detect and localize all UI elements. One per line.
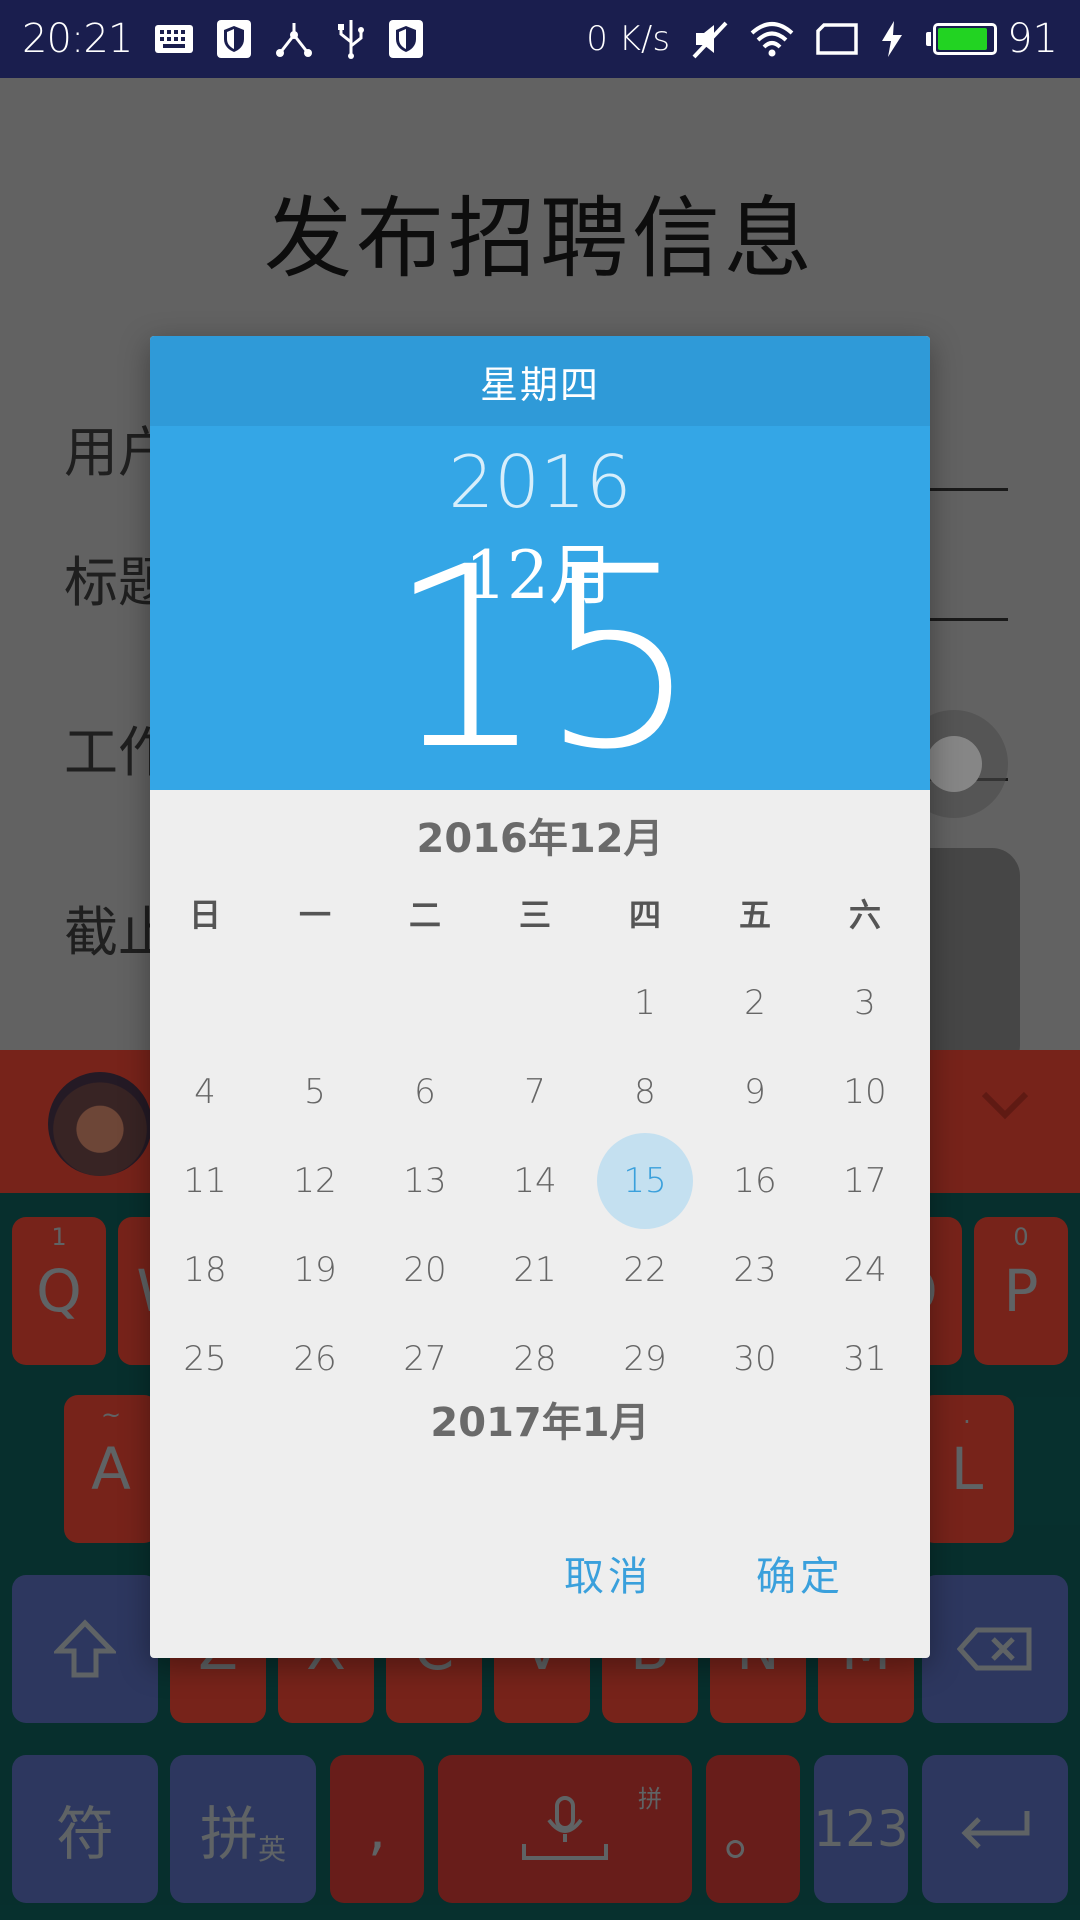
calendar-day[interactable]: 14 bbox=[480, 1136, 590, 1225]
calendar-day-label: 2 bbox=[744, 982, 766, 1023]
weekday-label: 日 bbox=[188, 896, 221, 934]
weekday-label: 四 bbox=[628, 896, 661, 934]
calendar-day-label: 25 bbox=[183, 1338, 227, 1379]
calendar-day-label: 4 bbox=[194, 1071, 216, 1112]
calendar-day[interactable]: 9 bbox=[700, 1047, 810, 1136]
calendar-day-label: 9 bbox=[744, 1071, 766, 1112]
charging-icon bbox=[880, 19, 904, 59]
calendar-day[interactable]: 13 bbox=[370, 1136, 480, 1225]
calendar-day-label: 27 bbox=[403, 1338, 447, 1379]
calendar-day[interactable]: 7 bbox=[480, 1047, 590, 1136]
calendar-day[interactable]: 6 bbox=[370, 1047, 480, 1136]
calendar-day-label: 16 bbox=[733, 1160, 777, 1201]
calendar-week: 1 2 3 bbox=[150, 958, 930, 1047]
calendar-empty-cell bbox=[260, 958, 370, 1047]
calendar-day[interactable]: 18 bbox=[150, 1225, 260, 1314]
calendar-day-label: 26 bbox=[293, 1338, 337, 1379]
calendar-day-selected[interactable]: 15 bbox=[590, 1132, 700, 1229]
calendar-day[interactable]: 3 bbox=[810, 958, 920, 1047]
calendar-day-label: 17 bbox=[843, 1160, 887, 1201]
calendar-day-label: 7 bbox=[524, 1071, 546, 1112]
confirm-button[interactable]: 确定 bbox=[756, 1544, 844, 1602]
calendar: 2016年12月 日一二三四五六 1 2 3 4 5 6 7 8 9 10 11 12 13 14 15 16… bbox=[150, 790, 930, 1658]
calendar-day[interactable]: 4 bbox=[150, 1047, 260, 1136]
calendar-day[interactable]: 11 bbox=[150, 1136, 260, 1225]
calendar-day-label: 12 bbox=[293, 1160, 337, 1201]
wifi-icon bbox=[750, 19, 794, 59]
calendar-day-label: 22 bbox=[623, 1249, 667, 1290]
dialog-actions: 取消 确定 bbox=[150, 1540, 930, 1600]
weekday-label: 六 bbox=[848, 896, 881, 934]
date-header: 2016 12月 15 bbox=[150, 426, 930, 790]
calendar-day-label: 14 bbox=[513, 1160, 557, 1201]
calendar-grid: 1 2 3 4 5 6 7 8 9 10 11 12 13 14 15 16 17 18 19 20 21 22 23 24 2… bbox=[150, 958, 930, 1403]
calendar-day[interactable]: 19 bbox=[260, 1225, 370, 1314]
weekday-label: 二 bbox=[408, 896, 441, 934]
cancel-button[interactable]: 取消 bbox=[564, 1544, 652, 1602]
keyboard-icon bbox=[154, 19, 194, 59]
calendar-day[interactable]: 21 bbox=[480, 1225, 590, 1314]
screen-rotate-icon bbox=[816, 19, 858, 59]
mute-icon bbox=[692, 19, 728, 59]
calendar-day[interactable]: 23 bbox=[700, 1225, 810, 1314]
calendar-week: 11 12 13 14 15 16 17 bbox=[150, 1132, 930, 1229]
calendar-day-label: 24 bbox=[843, 1249, 887, 1290]
calendar-day[interactable]: 2 bbox=[700, 958, 810, 1047]
status-bar: 20:21 0 K/s 91 bbox=[0, 0, 1080, 78]
share-node-icon bbox=[274, 19, 314, 59]
weekday-label: 一 bbox=[298, 896, 331, 934]
calendar-day-label: 6 bbox=[414, 1071, 436, 1112]
calendar-day[interactable]: 8 bbox=[590, 1047, 700, 1136]
calendar-month-title: 2016年12月 bbox=[416, 816, 664, 862]
calendar-day-label: 5 bbox=[304, 1071, 326, 1112]
calendar-day-label: 13 bbox=[403, 1160, 447, 1201]
calendar-day-label: 28 bbox=[513, 1338, 557, 1379]
calendar-day[interactable]: 5 bbox=[260, 1047, 370, 1136]
next-month-title: 2017年1月 bbox=[430, 1400, 650, 1446]
battery-percent: 91 bbox=[1007, 16, 1058, 62]
calendar-week: 18 19 20 21 22 23 24 bbox=[150, 1225, 930, 1314]
weekday-label: 五 bbox=[738, 896, 771, 934]
calendar-empty-cell bbox=[480, 958, 590, 1047]
calendar-day-label: 10 bbox=[843, 1071, 887, 1112]
calendar-empty-cell bbox=[150, 958, 260, 1047]
calendar-day-label: 1 bbox=[634, 982, 656, 1023]
selected-day[interactable]: 15 bbox=[150, 534, 930, 784]
calendar-week: 4 5 6 7 8 9 10 bbox=[150, 1047, 930, 1136]
calendar-day-label: 3 bbox=[854, 982, 876, 1023]
weekday-header: 日一二三四五六 bbox=[150, 890, 930, 936]
weekday-label: 三 bbox=[518, 896, 551, 934]
calendar-day[interactable]: 24 bbox=[810, 1225, 920, 1314]
calendar-day[interactable]: 22 bbox=[590, 1225, 700, 1314]
calendar-day-label: 31 bbox=[843, 1338, 887, 1379]
calendar-day-label: 30 bbox=[733, 1338, 777, 1379]
calendar-day[interactable]: 17 bbox=[810, 1136, 920, 1225]
calendar-day[interactable]: 20 bbox=[370, 1225, 480, 1314]
calendar-empty-cell bbox=[370, 958, 480, 1047]
calendar-day[interactable]: 16 bbox=[700, 1136, 810, 1225]
calendar-day[interactable]: 12 bbox=[260, 1136, 370, 1225]
calendar-day-label: 18 bbox=[183, 1249, 227, 1290]
calendar-day-label: 11 bbox=[183, 1160, 227, 1201]
shield-icon bbox=[216, 19, 252, 59]
calendar-day-label: 20 bbox=[403, 1249, 447, 1290]
calendar-day-label: 29 bbox=[623, 1338, 667, 1379]
usb-icon bbox=[336, 19, 366, 59]
net-speed: 0 K/s bbox=[586, 19, 671, 59]
battery-fill bbox=[938, 28, 988, 50]
calendar-day-label: 15 bbox=[623, 1160, 667, 1201]
calendar-day-label: 21 bbox=[513, 1249, 557, 1290]
calendar-day-label: 23 bbox=[733, 1249, 777, 1290]
calendar-day-label: 19 bbox=[293, 1249, 337, 1290]
calendar-day[interactable]: 1 bbox=[590, 958, 700, 1047]
selected-year[interactable]: 2016 bbox=[150, 440, 930, 524]
battery-icon bbox=[926, 23, 998, 55]
shield-icon bbox=[388, 19, 424, 59]
selected-weekday: 星期四 bbox=[150, 336, 930, 426]
status-time: 20:21 bbox=[22, 16, 133, 62]
date-picker-dialog: 星期四 2016 12月 15 2016年12月 日一二三四五六 1234567… bbox=[150, 336, 930, 1658]
calendar-day[interactable]: 10 bbox=[810, 1047, 920, 1136]
calendar-day-label: 8 bbox=[634, 1071, 656, 1112]
